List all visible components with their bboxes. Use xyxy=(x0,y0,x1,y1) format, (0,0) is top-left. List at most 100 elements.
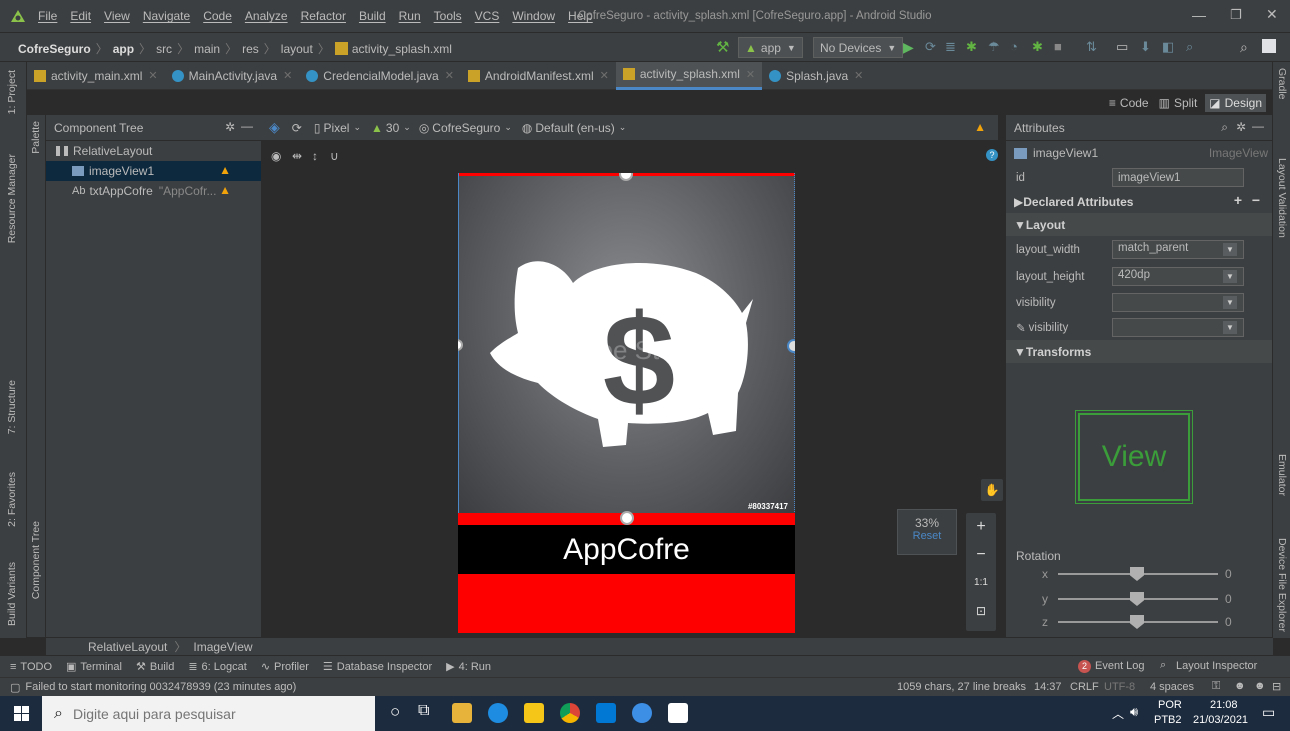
language-bottom[interactable]: PTB2 xyxy=(1154,714,1182,726)
layout-width-dropdown[interactable]: match_parent ▼ xyxy=(1112,240,1244,259)
close-tab-icon[interactable]: ✕ xyxy=(854,69,863,82)
rotation-z-slider[interactable]: z 0 xyxy=(1030,613,1242,631)
structure-tool-button[interactable]: 7: Structure xyxy=(6,380,18,434)
clock-time[interactable]: 21:08 xyxy=(1210,699,1238,711)
gradle-tool-button[interactable]: Gradle xyxy=(1276,68,1288,100)
menu-code[interactable]: Code xyxy=(203,9,232,23)
crumb-module[interactable]: app xyxy=(113,42,134,56)
layout-section[interactable]: ▼ Layout xyxy=(1006,213,1272,236)
design-mode-button[interactable]: ◪ Design xyxy=(1205,93,1266,112)
menu-navigate[interactable]: Navigate xyxy=(143,9,190,23)
cortana-icon[interactable]: ○ xyxy=(390,702,400,722)
device-manager-icon[interactable]: ◧ xyxy=(1162,39,1174,55)
volume-icon[interactable]: 🔊︎ xyxy=(1130,704,1138,720)
warning-issues-icon[interactable]: ▲ xyxy=(974,120,986,134)
rotation-x-slider[interactable]: x 0 xyxy=(1030,565,1242,583)
component-tree-tool-button[interactable]: Component Tree xyxy=(30,521,42,599)
cursor-position[interactable]: 14:37 xyxy=(1034,681,1062,693)
device-dropdown[interactable]: Pixel xyxy=(323,121,349,135)
zoom-out-button[interactable]: − xyxy=(966,541,996,569)
favorites-tool-button[interactable]: 2: Favorites xyxy=(6,472,18,527)
menu-refactor[interactable]: Refactor xyxy=(301,9,346,23)
restore-icon[interactable]: ❐ xyxy=(1230,7,1242,23)
tools-visibility-dropdown[interactable]: ▼ xyxy=(1112,318,1244,337)
visibility-dropdown[interactable]: ▼ xyxy=(1112,293,1244,312)
warning-icon[interactable]: ▲ xyxy=(219,163,231,177)
device-select[interactable]: No Devices ▼ xyxy=(813,37,904,58)
terminal-tool-button[interactable]: Terminal xyxy=(80,661,122,673)
id-input[interactable] xyxy=(1112,168,1244,187)
coverage-icon[interactable]: ☂ xyxy=(988,39,1000,55)
project-tool-button[interactable]: 1: Project xyxy=(6,70,18,114)
menu-vcs[interactable]: VCS xyxy=(475,9,500,23)
image-view-preview[interactable]: $ Adobe Stock #80337417 xyxy=(458,173,795,518)
zoom-in-button[interactable]: + xyxy=(966,513,996,541)
apply-code-icon[interactable]: ≣ xyxy=(945,39,956,55)
tab-android-manifest[interactable]: AndroidManifest.xml ✕ xyxy=(461,62,616,90)
zoom-actual-size-button[interactable]: 1:1 xyxy=(966,569,996,597)
transforms-section[interactable]: ▼ Transforms xyxy=(1006,340,1272,363)
notepad-icon[interactable] xyxy=(668,703,688,723)
file-explorer-icon[interactable] xyxy=(452,703,472,723)
run-icon[interactable]: ▶ xyxy=(903,39,914,56)
attach-debugger-icon[interactable]: ✱ xyxy=(1032,39,1043,55)
memory-indicator-icon[interactable]: ⊟ xyxy=(1272,680,1281,693)
status-message[interactable]: Failed to start monitoring 0032478939 (2… xyxy=(25,681,296,693)
menu-run[interactable]: Run xyxy=(399,9,421,23)
edge-browser-icon[interactable] xyxy=(488,703,508,723)
event-log-tool-button[interactable]: Event Log xyxy=(1095,660,1145,672)
gear-icon[interactable]: ✲ xyxy=(1236,120,1246,134)
account-icon[interactable] xyxy=(1262,39,1276,53)
pan-arrows-icon[interactable]: ⇹ xyxy=(292,149,302,163)
crumb-layout[interactable]: layout xyxy=(281,42,313,56)
close-tab-icon[interactable]: ✕ xyxy=(600,69,609,82)
layout-validation-tool-button[interactable]: Layout Validation xyxy=(1276,158,1288,238)
layout-inspector-tool-button[interactable]: Layout Inspector xyxy=(1176,660,1257,672)
tree-item-textview[interactable]: Ab txtAppCofre "AppCofr... ▲ xyxy=(46,181,261,201)
gear-icon[interactable]: ✲ xyxy=(225,120,235,134)
menu-tools[interactable]: Tools xyxy=(434,9,462,23)
warning-icon[interactable]: ▲ xyxy=(219,183,231,197)
tree-item-relativelayout[interactable]: RelativeLayout xyxy=(46,141,261,161)
build-tool-button[interactable]: Build xyxy=(150,661,174,673)
palette-tool-button[interactable]: Palette xyxy=(30,121,42,154)
file-encoding[interactable]: UTF-8 xyxy=(1104,681,1135,693)
remove-attribute-button[interactable]: − xyxy=(1252,192,1260,208)
device-file-explorer-tool-button[interactable]: Device File Explorer xyxy=(1276,538,1288,632)
hide-panel-icon[interactable]: — xyxy=(241,119,253,133)
slider-thumb[interactable] xyxy=(1130,615,1144,629)
layout-inspector-tb-icon[interactable]: ⌕ xyxy=(1186,39,1193,55)
sync-gradle-icon[interactable]: ⇅ xyxy=(1086,39,1097,55)
close-tab-icon[interactable]: ✕ xyxy=(148,69,157,82)
menu-file[interactable]: File xyxy=(38,9,57,23)
task-view-icon[interactable]: ⧉ xyxy=(418,702,429,720)
hammer-build-icon[interactable]: ⚒ xyxy=(716,38,729,56)
menu-edit[interactable]: Edit xyxy=(70,9,91,23)
search-icon[interactable]: ⌕ xyxy=(1221,120,1228,135)
slider-thumb[interactable] xyxy=(1130,592,1144,606)
bottom-anchor-handle[interactable] xyxy=(620,511,634,525)
inspection-face-icon[interactable]: ☻ xyxy=(1234,680,1246,692)
menu-build[interactable]: Build xyxy=(359,9,386,23)
close-tab-icon[interactable]: ✕ xyxy=(746,68,755,81)
layout-height-dropdown[interactable]: 420dp ▼ xyxy=(1112,267,1244,286)
crumb-relativelayout[interactable]: RelativeLayout xyxy=(88,640,167,654)
menu-view[interactable]: View xyxy=(104,9,130,23)
close-tab-icon[interactable]: ✕ xyxy=(283,69,292,82)
crumb-main[interactable]: main xyxy=(194,42,220,56)
crumb-res[interactable]: res xyxy=(242,42,259,56)
notifications-icon[interactable]: ▭ xyxy=(1262,704,1275,721)
hide-panel-icon[interactable]: — xyxy=(1252,119,1264,133)
tab-splash[interactable]: Splash.java ✕ xyxy=(762,62,870,90)
taskbar-search-box[interactable]: ⌕ xyxy=(42,696,375,731)
sdk-manager-icon[interactable]: ⬇ xyxy=(1140,39,1151,55)
rotation-y-slider[interactable]: y 0 xyxy=(1030,590,1242,608)
search-everywhere-icon[interactable]: ⌕ xyxy=(1240,39,1248,56)
stop-icon[interactable]: ■ xyxy=(1054,39,1062,54)
api-dropdown[interactable]: 30 xyxy=(386,121,399,135)
feedback-face-icon[interactable]: ☻ xyxy=(1254,680,1266,692)
menu-window[interactable]: Window xyxy=(512,9,555,23)
app-title-text[interactable]: AppCofre xyxy=(458,525,795,574)
clock-date[interactable]: 21/03/2021 xyxy=(1193,714,1248,726)
design-surface-icon[interactable]: ◈ xyxy=(269,119,280,136)
